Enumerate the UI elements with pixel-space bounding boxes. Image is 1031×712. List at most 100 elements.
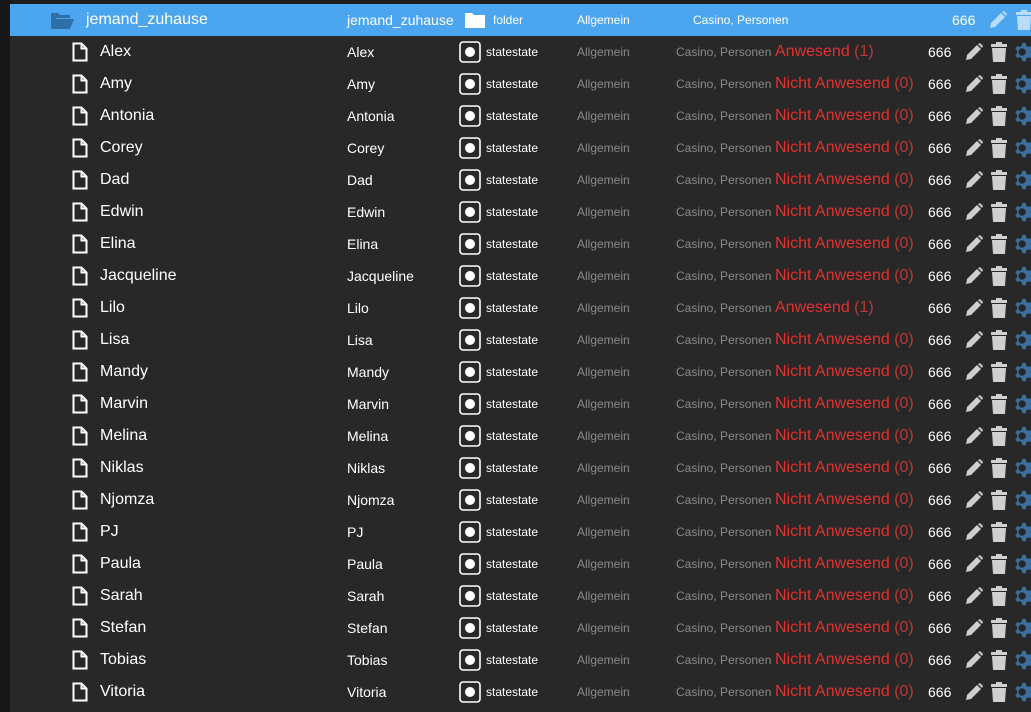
state-row[interactable]: Marvin Marvin statestate Allgemein Casino, P…: [10, 388, 1031, 420]
state-id: Amy: [347, 76, 375, 92]
gear-icon[interactable]: [1013, 68, 1031, 100]
delete-icon[interactable]: [1016, 4, 1031, 36]
gear-icon[interactable]: [1013, 676, 1031, 708]
gear-icon[interactable]: [1013, 260, 1031, 292]
state-row[interactable]: Lisa Lisa statestate Allgemein Casino, Perso…: [10, 324, 1031, 356]
state-row[interactable]: Sarah Sarah statestate Allgemein Casino, Per…: [10, 580, 1031, 612]
state-row[interactable]: Edwin Edwin statestate Allgemein Casino, Per…: [10, 196, 1031, 228]
edit-icon[interactable]: [964, 388, 984, 420]
state-row[interactable]: Corey Corey statestate Allgemein Casino, Per…: [10, 132, 1031, 164]
edit-icon[interactable]: [964, 580, 984, 612]
folder-open-icon[interactable]: [50, 4, 74, 36]
gear-icon[interactable]: [1013, 196, 1031, 228]
state-row[interactable]: Tobias Tobias statestate Allgemein Casino, P…: [10, 644, 1031, 676]
gear-icon[interactable]: [1013, 292, 1031, 324]
state-row[interactable]: Mandy Mandy statestate Allgemein Casino, Per…: [10, 356, 1031, 388]
delete-icon[interactable]: [991, 228, 1007, 260]
delete-icon[interactable]: [991, 356, 1007, 388]
gear-icon[interactable]: [1013, 452, 1031, 484]
state-row[interactable]: Jacqueline Jacqueline statestate Allgemein C…: [10, 260, 1031, 292]
edit-icon[interactable]: [964, 548, 984, 580]
delete-icon[interactable]: [991, 388, 1007, 420]
edit-icon[interactable]: [964, 196, 984, 228]
state-value: Nicht Anwesend (0): [775, 644, 914, 676]
delete-icon[interactable]: [991, 452, 1007, 484]
folder-row[interactable]: jemand_zuhause jemand_zuhause folder All…: [10, 4, 1031, 36]
state-row[interactable]: Amy Amy statestate Allgemein Casino, Persone…: [10, 68, 1031, 100]
file-icon: [72, 196, 88, 228]
delete-icon[interactable]: [991, 164, 1007, 196]
delete-icon[interactable]: [991, 68, 1007, 100]
edit-icon[interactable]: [964, 516, 984, 548]
gear-icon[interactable]: [1013, 484, 1031, 516]
edit-icon[interactable]: [964, 100, 984, 132]
state-row[interactable]: Elina Elina statestate Allgemein Casino, Per…: [10, 228, 1031, 260]
delete-icon[interactable]: [991, 36, 1007, 68]
gear-icon[interactable]: [1013, 516, 1031, 548]
edit-icon[interactable]: [964, 164, 984, 196]
edit-icon[interactable]: [964, 612, 984, 644]
state-row[interactable]: PJ PJ statestate Allgemein Casino, Personen N…: [10, 516, 1031, 548]
state-row[interactable]: Njomza Njomza statestate Allgemein Casino, P…: [10, 484, 1031, 516]
delete-icon[interactable]: [991, 548, 1007, 580]
delete-icon[interactable]: [991, 292, 1007, 324]
gear-icon[interactable]: [1013, 388, 1031, 420]
edit-icon[interactable]: [988, 4, 1008, 36]
gear-icon[interactable]: [1013, 36, 1031, 68]
edit-icon[interactable]: [964, 132, 984, 164]
state-value: Nicht Anwesend (0): [775, 324, 914, 356]
state-name: Stefan: [100, 619, 147, 636]
delete-icon[interactable]: [991, 324, 1007, 356]
gear-icon[interactable]: [1013, 420, 1031, 452]
delete-icon[interactable]: [991, 644, 1007, 676]
state-row[interactable]: Vitoria Vitoria statestate Allgemein Casino,…: [10, 676, 1031, 708]
delete-icon[interactable]: [991, 196, 1007, 228]
state-row[interactable]: Stefan Stefan statestate Allgemein Casino, P…: [10, 612, 1031, 644]
state-name: Njomza: [100, 491, 155, 508]
gear-icon[interactable]: [1013, 356, 1031, 388]
state-row[interactable]: Antonia Antonia statestate Allgemein Casino,…: [10, 100, 1031, 132]
state-row[interactable]: Lilo Lilo statestate Allgemein Casino, Perso…: [10, 292, 1031, 324]
edit-icon[interactable]: [964, 452, 984, 484]
gear-icon[interactable]: [1013, 100, 1031, 132]
delete-icon[interactable]: [991, 612, 1007, 644]
edit-icon[interactable]: [964, 356, 984, 388]
edit-icon[interactable]: [964, 68, 984, 100]
gear-icon[interactable]: [1013, 612, 1031, 644]
edit-icon[interactable]: [964, 292, 984, 324]
delete-icon[interactable]: [991, 580, 1007, 612]
edit-icon[interactable]: [964, 644, 984, 676]
gear-icon[interactable]: [1013, 548, 1031, 580]
delete-icon[interactable]: [991, 676, 1007, 708]
edit-icon[interactable]: [964, 324, 984, 356]
gear-icon[interactable]: [1013, 580, 1031, 612]
delete-icon[interactable]: [991, 132, 1007, 164]
gear-icon[interactable]: [1013, 228, 1031, 260]
gear-icon[interactable]: [1013, 644, 1031, 676]
state-row[interactable]: Paula Paula statestate Allgemein Casino, Per…: [10, 548, 1031, 580]
state-row[interactable]: Alex Alex statestate Allgemein Casino, Perso…: [10, 36, 1031, 68]
delete-icon[interactable]: [991, 100, 1007, 132]
state-type: statestate: [486, 653, 539, 667]
gear-icon[interactable]: [1013, 324, 1031, 356]
edit-icon[interactable]: [964, 484, 984, 516]
state-value: Nicht Anwesend (0): [775, 388, 914, 420]
gear-icon[interactable]: [1013, 132, 1031, 164]
state-row[interactable]: Melina Melina statestate Allgemein Casino, P…: [10, 420, 1031, 452]
state-row[interactable]: Niklas Niklas statestate Allgemein Casino, P…: [10, 452, 1031, 484]
gear-icon[interactable]: [1013, 164, 1031, 196]
state-row[interactable]: Dad Dad statestate Allgemein Casino, Persone…: [10, 164, 1031, 196]
state-value-number: (0): [894, 555, 914, 572]
state-icon: [459, 484, 481, 516]
edit-icon[interactable]: [964, 420, 984, 452]
delete-icon[interactable]: [991, 420, 1007, 452]
state-role: Allgemein: [577, 621, 630, 635]
delete-icon[interactable]: [991, 516, 1007, 548]
state-icon: [459, 324, 481, 356]
delete-icon[interactable]: [991, 484, 1007, 516]
edit-icon[interactable]: [964, 676, 984, 708]
delete-icon[interactable]: [991, 260, 1007, 292]
edit-icon[interactable]: [964, 260, 984, 292]
edit-icon[interactable]: [964, 228, 984, 260]
edit-icon[interactable]: [964, 36, 984, 68]
